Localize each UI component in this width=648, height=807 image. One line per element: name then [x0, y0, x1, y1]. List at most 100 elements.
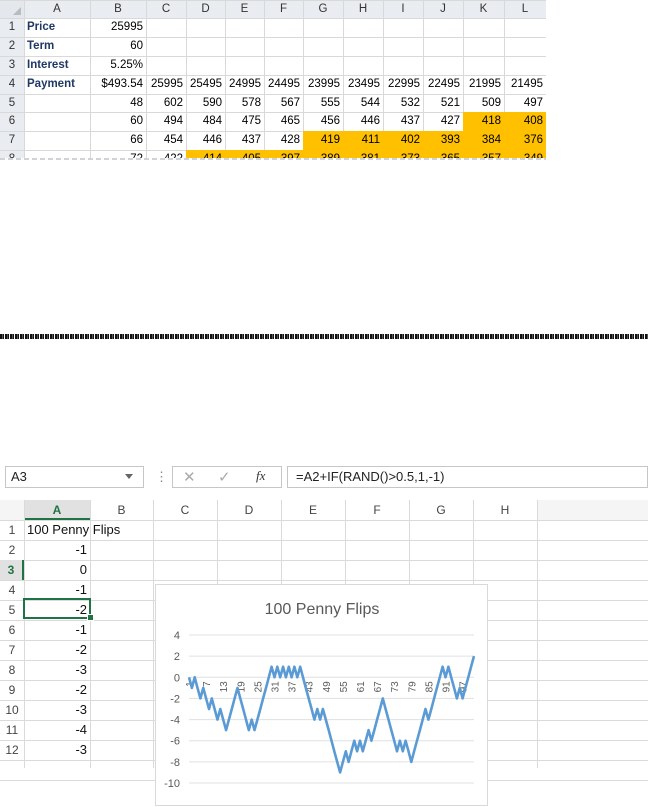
payment-cell[interactable]: 427 — [423, 112, 463, 131]
price-header[interactable]: 24495 — [264, 75, 303, 94]
column-header-a[interactable]: A — [24, 500, 90, 520]
payment-cell[interactable]: 419 — [303, 131, 343, 150]
price-header[interactable]: 21995 — [463, 75, 504, 94]
payment-cell[interactable]: 509 — [463, 94, 504, 113]
payment-cell[interactable]: 494 — [146, 112, 186, 131]
formula-input[interactable]: =A2+IF(RAND()>0.5,1,-1) — [287, 466, 648, 488]
price-header[interactable]: 25995 — [146, 75, 186, 94]
price-header[interactable]: 23995 — [303, 75, 343, 94]
row-header-9[interactable]: 9 — [0, 680, 24, 700]
fill-handle[interactable] — [87, 614, 94, 621]
payment-cell[interactable]: 456 — [303, 112, 343, 131]
label-interest[interactable]: Interest — [24, 56, 90, 75]
payment-cell[interactable]: 555 — [303, 94, 343, 113]
payment-cell[interactable]: 475 — [225, 112, 264, 131]
row-header-7[interactable]: 7 — [0, 131, 24, 150]
column-header-h[interactable]: H — [473, 500, 537, 520]
price-header[interactable]: 22995 — [383, 75, 423, 94]
column-header-b[interactable]: B — [90, 500, 153, 520]
cancel-icon[interactable]: ✕ — [183, 468, 196, 486]
payment-cell[interactable]: 497 — [504, 94, 546, 113]
term-value[interactable]: 48 — [90, 94, 146, 113]
enter-icon[interactable]: ✓ — [218, 468, 231, 486]
payment-cell[interactable]: 437 — [383, 112, 423, 131]
cell-a8[interactable]: -3 — [24, 660, 90, 680]
cell-a3[interactable]: 0 — [24, 560, 90, 580]
row-header-2[interactable]: 2 — [0, 540, 24, 560]
payment-cell[interactable]: 437 — [225, 131, 264, 150]
cell-a9[interactable]: -2 — [24, 680, 90, 700]
column-header-k[interactable]: K — [463, 0, 504, 18]
row-header-10[interactable]: 10 — [0, 700, 24, 720]
payment-cell[interactable]: 408 — [504, 112, 546, 131]
row-header-2[interactable]: 2 — [0, 37, 24, 56]
row-header-4[interactable]: 4 — [0, 75, 24, 94]
payment-cell[interactable]: 532 — [383, 94, 423, 113]
row-header-1[interactable]: 1 — [0, 18, 24, 37]
column-header-e[interactable]: E — [281, 500, 345, 520]
payment-cell[interactable]: 428 — [264, 131, 303, 150]
label-term[interactable]: Term — [24, 37, 90, 56]
price-header[interactable]: 24995 — [225, 75, 264, 94]
payment-cell[interactable]: 446 — [343, 112, 383, 131]
row-header-5[interactable]: 5 — [0, 600, 24, 620]
column-header-h[interactable]: H — [343, 0, 383, 18]
term-value[interactable]: 60 — [90, 112, 146, 131]
select-all-corner[interactable] — [0, 0, 24, 18]
payment-cell[interactable]: 454 — [146, 131, 186, 150]
payment-cell[interactable]: 567 — [264, 94, 303, 113]
payment-cell[interactable]: 521 — [423, 94, 463, 113]
payment-cell[interactable]: 446 — [186, 131, 225, 150]
cell-a4[interactable]: -1 — [24, 580, 90, 600]
payment-cell[interactable]: 544 — [343, 94, 383, 113]
row-header-11[interactable]: 11 — [0, 720, 24, 740]
column-header-f[interactable]: F — [264, 0, 303, 18]
line-chart[interactable]: 100 Penny Flips 4 2 0 -2 -4 -6 -8 -10 1 7 13 19 25 3… — [155, 584, 488, 806]
row-header-3[interactable]: 3 — [0, 560, 24, 580]
term-value[interactable]: 66 — [90, 131, 146, 150]
column-header-g[interactable]: G — [303, 0, 343, 18]
row-header-5[interactable]: 5 — [0, 94, 24, 112]
cell-a2[interactable]: -1 — [24, 540, 90, 560]
cell-a12[interactable]: -3 — [24, 740, 90, 760]
payment-cell[interactable]: 578 — [225, 94, 264, 113]
column-header-d[interactable]: D — [186, 0, 225, 18]
insert-function-icon[interactable]: fx — [256, 468, 265, 484]
payment-cell[interactable]: 590 — [186, 94, 225, 113]
column-header-e[interactable]: E — [225, 0, 264, 18]
formula-bar-grip-icon[interactable]: ⋮ — [155, 470, 168, 484]
payment-cell[interactable]: 393 — [423, 131, 463, 150]
cell-a6[interactable]: -1 — [24, 620, 90, 640]
column-header-b[interactable]: B — [90, 0, 146, 18]
column-header-f[interactable]: F — [345, 500, 409, 520]
value-payment[interactable]: $493.54 — [90, 75, 146, 94]
value-price[interactable]: 25995 — [90, 18, 146, 37]
cell-a10[interactable]: -3 — [24, 700, 90, 720]
column-header-g[interactable]: G — [409, 500, 473, 520]
payment-cell[interactable]: 484 — [186, 112, 225, 131]
price-header[interactable]: 21495 — [504, 75, 546, 94]
row-header-6[interactable]: 6 — [0, 620, 24, 640]
cell-a7[interactable]: -2 — [24, 640, 90, 660]
label-price[interactable]: Price — [24, 18, 90, 37]
payment-cell[interactable]: 376 — [504, 131, 546, 150]
column-header-l[interactable]: L — [504, 0, 546, 18]
payment-cell[interactable]: 384 — [463, 131, 504, 150]
price-header[interactable]: 23495 — [343, 75, 383, 94]
cell-a11[interactable]: -4 — [24, 720, 90, 740]
column-header-d[interactable]: D — [217, 500, 281, 520]
row-header-6[interactable]: 6 — [0, 112, 24, 131]
row-header-3[interactable]: 3 — [0, 56, 24, 75]
column-header-c[interactable]: C — [146, 0, 186, 18]
row-header-7[interactable]: 7 — [0, 640, 24, 660]
payment-cell[interactable]: 411 — [343, 131, 383, 150]
column-header-j[interactable]: J — [423, 0, 463, 18]
payment-cell[interactable]: 602 — [146, 94, 186, 113]
value-interest[interactable]: 5.25% — [90, 56, 146, 75]
row-header-8[interactable]: 8 — [0, 660, 24, 680]
label-payment[interactable]: Payment — [24, 75, 90, 94]
column-header-c[interactable]: C — [153, 500, 217, 520]
row-header-4[interactable]: 4 — [0, 580, 24, 600]
active-cell-border[interactable] — [23, 598, 91, 619]
payment-cell[interactable]: 402 — [383, 131, 423, 150]
